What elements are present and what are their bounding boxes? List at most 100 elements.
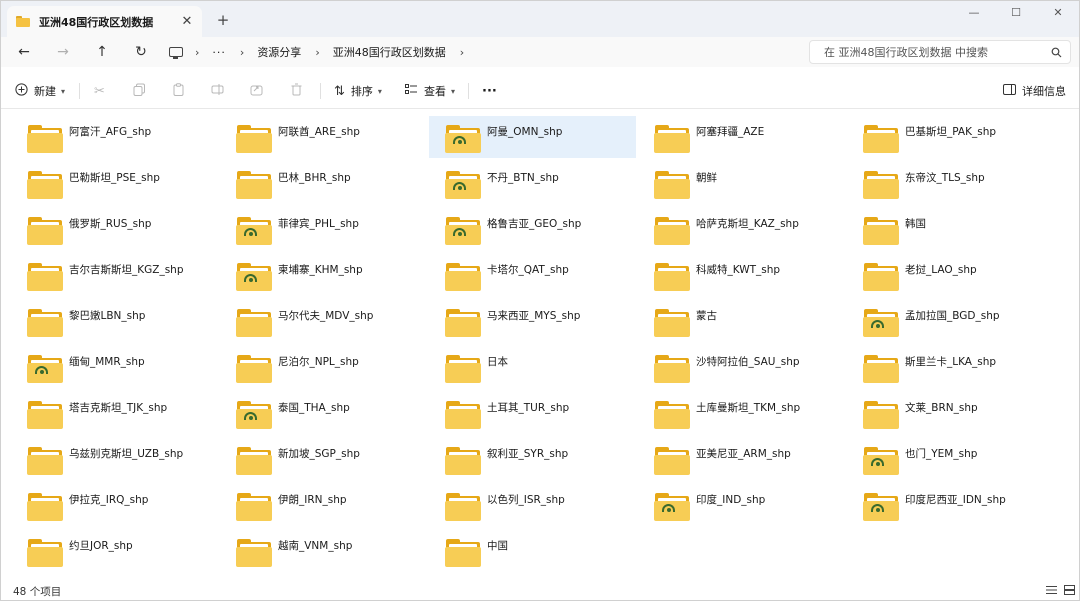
folder-item[interactable]: 哈萨克斯坦_KAZ_shp bbox=[638, 208, 845, 250]
folder-item[interactable]: 韩国 bbox=[847, 208, 1054, 250]
maximize-button[interactable]: ☐ bbox=[995, 1, 1037, 23]
folder-item[interactable]: 土库曼斯坦_TKM_shp bbox=[638, 392, 845, 434]
folder-item[interactable]: 科威特_KWT_shp bbox=[638, 254, 845, 296]
folder-item[interactable]: 巴基斯坦_PAK_shp bbox=[847, 116, 1054, 158]
folder-item[interactable]: 孟加拉国_BGD_shp bbox=[847, 300, 1054, 342]
folder-icon bbox=[654, 355, 690, 383]
folder-item[interactable]: 阿曼_OMN_shp bbox=[429, 116, 636, 158]
folder-item[interactable]: 俄罗斯_RUS_shp bbox=[11, 208, 218, 250]
chevron-right-icon[interactable]: › bbox=[195, 46, 199, 59]
folder-item[interactable]: 伊拉克_IRQ_shp bbox=[11, 484, 218, 526]
folder-label: 印度尼西亚_IDN_shp bbox=[905, 494, 1006, 506]
computer-icon[interactable] bbox=[169, 47, 183, 59]
details-pane-button[interactable]: 详细信息 bbox=[1003, 82, 1066, 100]
folder-item[interactable]: 蒙古 bbox=[638, 300, 845, 342]
divider bbox=[468, 83, 469, 99]
folder-item[interactable]: 斯里兰卡_LKA_shp bbox=[847, 346, 1054, 388]
tab-current-folder[interactable]: 亚洲48国行政区划数据 ✕ bbox=[7, 6, 202, 37]
tiles-view-icon[interactable] bbox=[1062, 583, 1076, 597]
forward-button[interactable]: → bbox=[52, 41, 74, 63]
details-view-icon[interactable] bbox=[1044, 583, 1058, 597]
minimize-button[interactable]: — bbox=[953, 1, 995, 23]
folder-item[interactable]: 日本 bbox=[429, 346, 636, 388]
breadcrumb-item[interactable]: 亚洲48国行政区划数据 bbox=[333, 44, 446, 60]
folder-item[interactable]: 越南_VNM_shp bbox=[220, 530, 427, 572]
close-window-button[interactable]: ✕ bbox=[1037, 1, 1079, 23]
folder-item[interactable]: 老挝_LAO_shp bbox=[847, 254, 1054, 296]
new-tab-button[interactable]: + bbox=[213, 10, 233, 30]
folder-item[interactable]: 吉尔吉斯斯坦_KGZ_shp bbox=[11, 254, 218, 296]
folder-item[interactable]: 土耳其_TUR_shp bbox=[429, 392, 636, 434]
folder-label: 菲律宾_PHL_shp bbox=[278, 218, 359, 230]
folder-item[interactable]: 以色列_ISR_shp bbox=[429, 484, 636, 526]
paste-button[interactable] bbox=[172, 82, 191, 100]
share-button[interactable] bbox=[250, 82, 269, 100]
folder-item[interactable]: 尼泊尔_NPL_shp bbox=[220, 346, 427, 388]
folder-item[interactable]: 阿联酋_ARE_shp bbox=[220, 116, 427, 158]
folder-label: 日本 bbox=[487, 356, 508, 368]
folder-item[interactable]: 塔吉克斯坦_TJK_shp bbox=[11, 392, 218, 434]
folder-icon bbox=[445, 125, 481, 153]
folder-label: 文莱_BRN_shp bbox=[905, 402, 978, 414]
rename-button[interactable] bbox=[211, 82, 230, 100]
folder-item[interactable]: 缅甸_MMR_shp bbox=[11, 346, 218, 388]
folder-item[interactable]: 不丹_BTN_shp bbox=[429, 162, 636, 204]
more-options-button[interactable]: ··· bbox=[482, 82, 497, 100]
delete-button[interactable] bbox=[290, 82, 309, 100]
folder-item[interactable]: 马来西亚_MYS_shp bbox=[429, 300, 636, 342]
up-button[interactable]: ↑ bbox=[91, 41, 113, 63]
refresh-button[interactable]: ↻ bbox=[130, 41, 152, 63]
folder-icon bbox=[27, 355, 63, 383]
folder-icon bbox=[863, 125, 899, 153]
folder-icon bbox=[445, 355, 481, 383]
folder-icon bbox=[27, 401, 63, 429]
breadcrumb-more[interactable]: ··· bbox=[212, 46, 226, 59]
folder-item[interactable]: 东帝汶_TLS_shp bbox=[847, 162, 1054, 204]
folder-item[interactable]: 格鲁吉亚_GEO_shp bbox=[429, 208, 636, 250]
folder-item[interactable]: 阿富汗_AFG_shp bbox=[11, 116, 218, 158]
folder-label: 以色列_ISR_shp bbox=[487, 494, 565, 506]
copy-button[interactable] bbox=[133, 82, 152, 100]
folder-item[interactable]: 菲律宾_PHL_shp bbox=[220, 208, 427, 250]
search-input[interactable]: 在 亚洲48国行政区划数据 中搜索 bbox=[809, 40, 1071, 64]
folder-item[interactable]: 叙利亚_SYR_shp bbox=[429, 438, 636, 480]
chevron-right-icon[interactable]: › bbox=[460, 46, 464, 59]
folder-label: 约旦JOR_shp bbox=[69, 540, 133, 552]
breadcrumb-item[interactable]: 资源分享 bbox=[257, 44, 301, 60]
folder-item[interactable]: 新加坡_SGP_shp bbox=[220, 438, 427, 480]
folder-item[interactable]: 巴林_BHR_shp bbox=[220, 162, 427, 204]
folder-icon bbox=[27, 171, 63, 199]
cut-button[interactable]: ✂ bbox=[94, 82, 111, 100]
view-button[interactable]: 查看 ▾ bbox=[405, 82, 455, 100]
sort-button[interactable]: ⇅ 排序 ▾ bbox=[334, 82, 382, 100]
chevron-right-icon[interactable]: › bbox=[315, 46, 319, 59]
search-icon[interactable] bbox=[1048, 44, 1064, 60]
back-button[interactable]: ← bbox=[13, 41, 35, 63]
folder-item[interactable]: 乌兹别克斯坦_UZB_shp bbox=[11, 438, 218, 480]
folder-item[interactable]: 约旦JOR_shp bbox=[11, 530, 218, 572]
folder-icon bbox=[27, 539, 63, 567]
folder-item[interactable]: 朝鲜 bbox=[638, 162, 845, 204]
folder-item[interactable]: 马尔代夫_MDV_shp bbox=[220, 300, 427, 342]
folder-label: 叙利亚_SYR_shp bbox=[487, 448, 569, 460]
folder-item[interactable]: 中国 bbox=[429, 530, 636, 572]
folder-item[interactable]: 沙特阿拉伯_SAU_shp bbox=[638, 346, 845, 388]
folder-item[interactable]: 巴勒斯坦_PSE_shp bbox=[11, 162, 218, 204]
new-button[interactable]: 新建 ▾ bbox=[15, 82, 65, 100]
folder-item[interactable]: 也门_YEM_shp bbox=[847, 438, 1054, 480]
chevron-right-icon[interactable]: › bbox=[240, 46, 244, 59]
status-bar: 48 个项目 bbox=[1, 579, 1079, 601]
folder-item[interactable]: 印度尼西亚_IDN_shp bbox=[847, 484, 1054, 526]
tab-close-icon[interactable]: ✕ bbox=[178, 13, 196, 31]
folder-label: 蒙古 bbox=[696, 310, 717, 322]
folder-item[interactable]: 泰国_THA_shp bbox=[220, 392, 427, 434]
folder-item[interactable]: 伊朗_IRN_shp bbox=[220, 484, 427, 526]
folder-item[interactable]: 柬埔寨_KHM_shp bbox=[220, 254, 427, 296]
folder-item[interactable]: 亚美尼亚_ARM_shp bbox=[638, 438, 845, 480]
folder-item[interactable]: 黎巴嫩LBN_shp bbox=[11, 300, 218, 342]
folder-item[interactable]: 阿塞拜疆_AZE bbox=[638, 116, 845, 158]
folder-item[interactable]: 卡塔尔_QAT_shp bbox=[429, 254, 636, 296]
folder-item[interactable]: 文莱_BRN_shp bbox=[847, 392, 1054, 434]
folder-item[interactable]: 印度_IND_shp bbox=[638, 484, 845, 526]
trash-icon bbox=[290, 83, 303, 100]
